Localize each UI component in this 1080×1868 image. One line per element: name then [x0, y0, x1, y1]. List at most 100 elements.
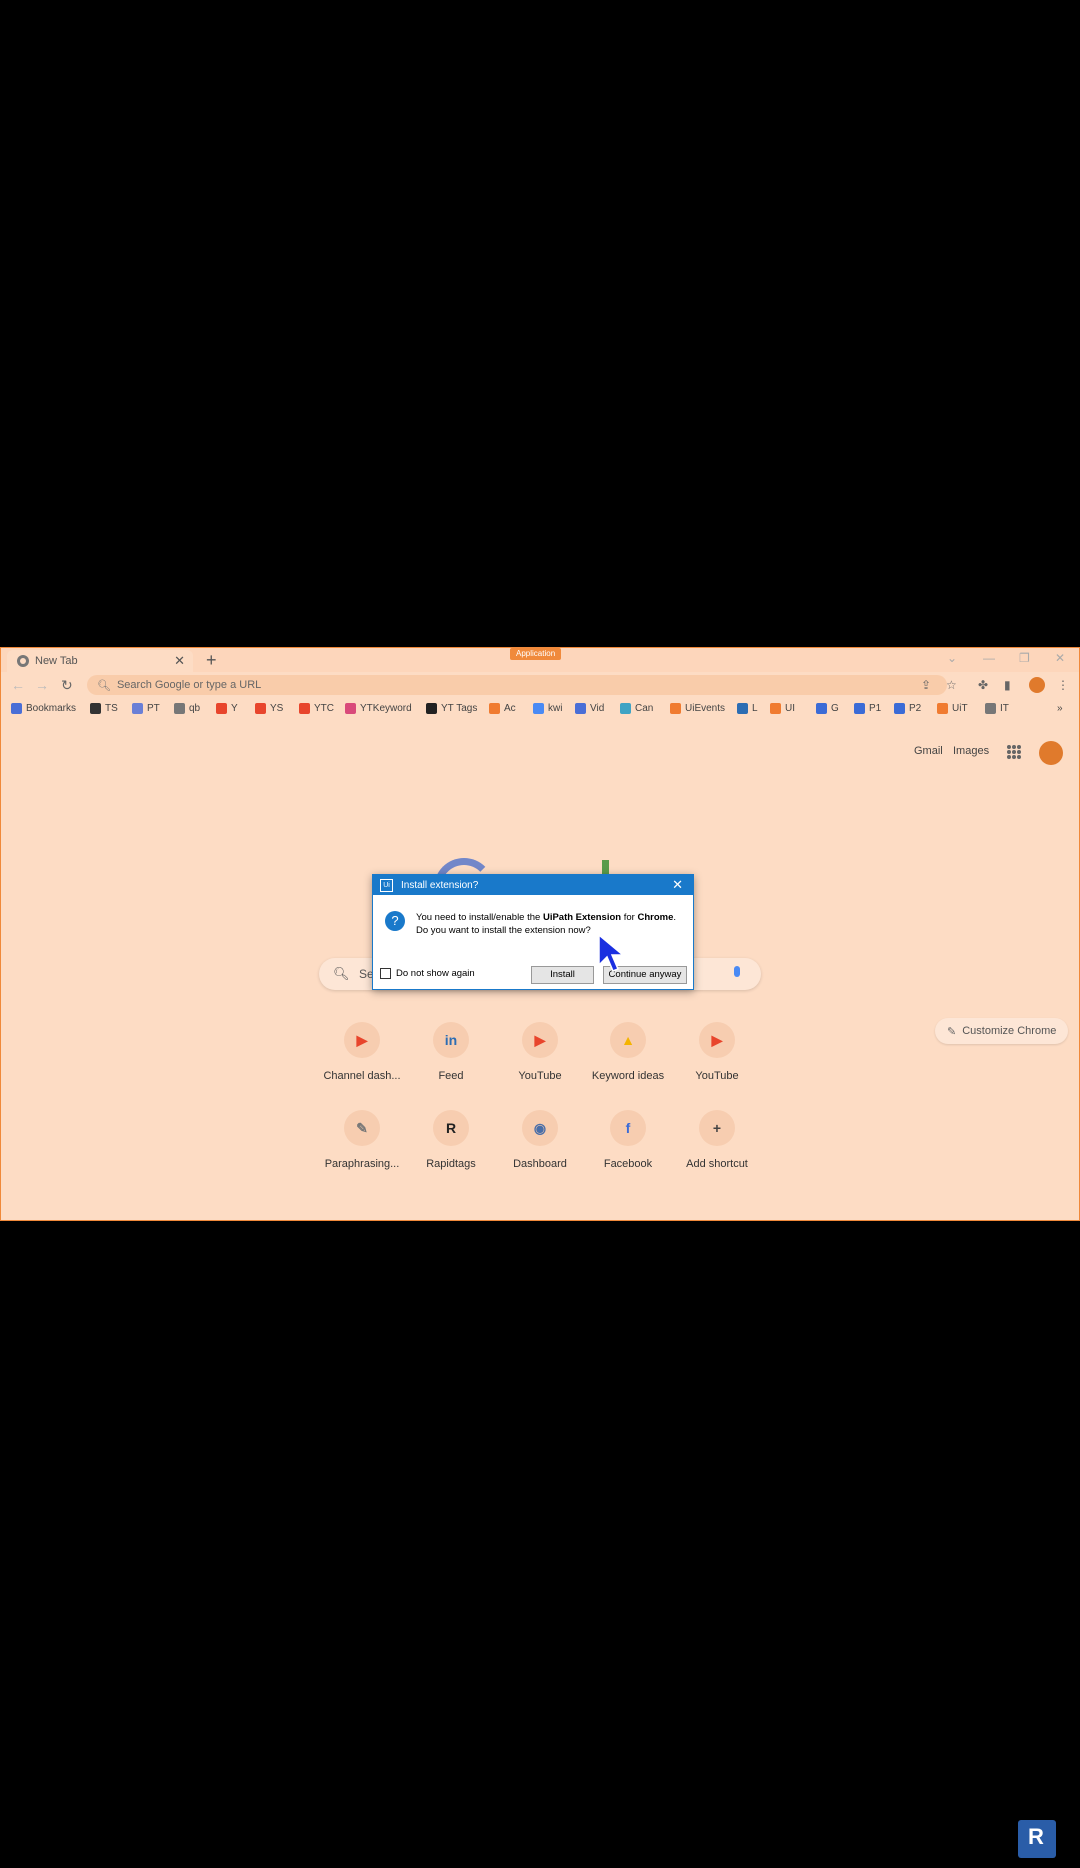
- ts-icon: [90, 703, 101, 714]
- bookmark-label: G: [831, 703, 839, 714]
- dialog-close-icon[interactable]: ✕: [672, 877, 683, 893]
- bookmark-2[interactable]: PT: [132, 703, 160, 714]
- checkbox-box[interactable]: [380, 968, 391, 979]
- microphone-icon[interactable]: [734, 966, 740, 977]
- msg-extension-name: UiPath Extension: [542, 912, 622, 923]
- bookmark-11[interactable]: Vid: [575, 703, 604, 714]
- install-extension-dialog: Ui Install extension? ✕ ? You need to in…: [372, 874, 694, 990]
- shortcut-tile[interactable]: + Add shortcut: [672, 1110, 762, 1170]
- r-icon: R: [433, 1110, 469, 1146]
- bookmark-label: YT Tags: [441, 703, 478, 714]
- reload-icon[interactable]: ↻: [61, 677, 73, 694]
- bookmark-8[interactable]: YT Tags: [426, 703, 477, 714]
- bookmark-label: Vid: [590, 703, 605, 714]
- channel-logo: [1018, 1820, 1056, 1858]
- dialog-title-bar: Ui Install extension? ✕: [373, 875, 693, 895]
- uipath-icon: [489, 703, 500, 714]
- youtube-icon: ▶: [522, 1022, 558, 1058]
- shortcut-tile[interactable]: in Feed: [406, 1022, 496, 1082]
- bookmark-label: YTC: [314, 703, 334, 714]
- bookmark-7[interactable]: YTKeyword: [345, 703, 412, 714]
- dialog-body: ? You need to install/enable the UiPath …: [385, 911, 676, 937]
- chevron-down-icon[interactable]: ⌄: [947, 651, 957, 665]
- do-not-show-again-checkbox[interactable]: Do not show again: [380, 968, 475, 979]
- doc-icon: [132, 703, 143, 714]
- keyword-icon: [345, 703, 356, 714]
- profile-avatar[interactable]: [1029, 677, 1045, 693]
- omnibox[interactable]: 🔍︎ Search Google or type a URL: [87, 675, 947, 695]
- bookmark-20[interactable]: IT: [985, 703, 1009, 714]
- ads-icon: [533, 703, 544, 714]
- restore-icon[interactable]: ❐: [1019, 651, 1030, 665]
- bookmark-label: TS: [105, 703, 118, 714]
- bookmark-label: P1: [869, 703, 882, 714]
- bookmark-19[interactable]: UiT: [937, 703, 968, 714]
- bookmark-17[interactable]: P1: [854, 703, 881, 714]
- tab-strip: New Tab ✕ + Application ⌄ — ❐ ✕: [1, 648, 1079, 672]
- shortcut-tile[interactable]: f Facebook: [583, 1110, 673, 1170]
- bookmark-0[interactable]: Bookmarks: [11, 703, 76, 714]
- close-window-icon[interactable]: ✕: [1055, 651, 1065, 665]
- bookmark-9[interactable]: Ac: [489, 703, 516, 714]
- shortcut-label: Paraphrasing...: [324, 1158, 400, 1170]
- chrome-icon: [17, 655, 29, 667]
- bookmark-3[interactable]: qb: [174, 703, 200, 714]
- r-icon: [426, 703, 437, 714]
- shortcut-tile[interactable]: R Rapidtags: [406, 1110, 496, 1170]
- bookmark-label: UiT: [952, 703, 968, 714]
- close-icon[interactable]: ✕: [174, 653, 185, 669]
- bookmark-18[interactable]: P2: [894, 703, 921, 714]
- bookmark-label: Bookmarks: [26, 703, 77, 714]
- msg-text: You need to install/enable the: [416, 912, 543, 923]
- facebook-icon: [816, 703, 827, 714]
- forward-icon[interactable]: →: [35, 677, 49, 693]
- tab-new-tab[interactable]: New Tab ✕: [7, 650, 193, 672]
- bookmark-label: UI: [785, 703, 795, 714]
- minimize-icon[interactable]: —: [983, 651, 995, 665]
- google-apps-icon[interactable]: [1007, 745, 1021, 759]
- gmail-link[interactable]: Gmail: [914, 745, 943, 757]
- bookmark-16[interactable]: G: [816, 703, 839, 714]
- bookmark-6[interactable]: YTC: [299, 703, 334, 714]
- linkedin-icon: [737, 703, 748, 714]
- menu-icon[interactable]: ⋮: [1057, 678, 1069, 692]
- checkbox-label: Do not show again: [396, 968, 475, 979]
- bookmark-label: qb: [189, 703, 201, 714]
- dialog-message: You need to install/enable the UiPath Ex…: [416, 911, 676, 937]
- side-panel-icon[interactable]: ▮: [1004, 678, 1011, 692]
- msg-question: Do you want to install the extension now…: [416, 925, 591, 936]
- bookmark-13[interactable]: UiEvents: [670, 703, 725, 714]
- youtube-icon: ▶: [699, 1022, 735, 1058]
- shortcut-label: Facebook: [603, 1158, 653, 1170]
- star-icon: [11, 703, 22, 714]
- bookmark-1[interactable]: TS: [90, 703, 118, 714]
- bookmark-15[interactable]: UI: [770, 703, 795, 714]
- shortcut-tile[interactable]: ▲ Keyword ideas: [583, 1022, 673, 1082]
- shortcut-tile[interactable]: ▶ YouTube: [672, 1022, 762, 1082]
- bookmark-4[interactable]: Y: [216, 703, 238, 714]
- extensions-icon[interactable]: ✤: [978, 678, 988, 692]
- images-link[interactable]: Images: [953, 745, 989, 757]
- shortcut-tile[interactable]: ▶ Channel dash...: [317, 1022, 407, 1082]
- customize-chrome-button[interactable]: ✎ Customize Chrome: [935, 1018, 1069, 1044]
- star-icon[interactable]: ☆: [946, 678, 957, 692]
- back-icon[interactable]: ←: [11, 677, 25, 693]
- bookmark-5[interactable]: YS: [255, 703, 283, 714]
- uipath-icon: [670, 703, 681, 714]
- bookmark-12[interactable]: Can: [620, 703, 653, 714]
- bookmark-10[interactable]: kwi: [533, 703, 562, 714]
- shortcut-tile[interactable]: ✎ Paraphrasing...: [317, 1110, 407, 1170]
- bookmark-14[interactable]: L: [737, 703, 758, 714]
- google-account-avatar[interactable]: [1039, 741, 1063, 765]
- bookmark-label: YS: [270, 703, 284, 714]
- uipath-icon: [937, 703, 948, 714]
- share-icon[interactable]: ⇪: [921, 678, 931, 692]
- people-icon: [985, 703, 996, 714]
- install-button[interactable]: Install: [531, 966, 594, 984]
- shortcut-tile[interactable]: ◉ Dashboard: [495, 1110, 585, 1170]
- vid-icon: [575, 703, 586, 714]
- shortcut-tile[interactable]: ▶ YouTube: [495, 1022, 585, 1082]
- bookmarks-overflow-icon[interactable]: »: [1057, 703, 1063, 714]
- new-tab-button[interactable]: +: [206, 650, 217, 671]
- bookmark-label: Can: [635, 703, 654, 714]
